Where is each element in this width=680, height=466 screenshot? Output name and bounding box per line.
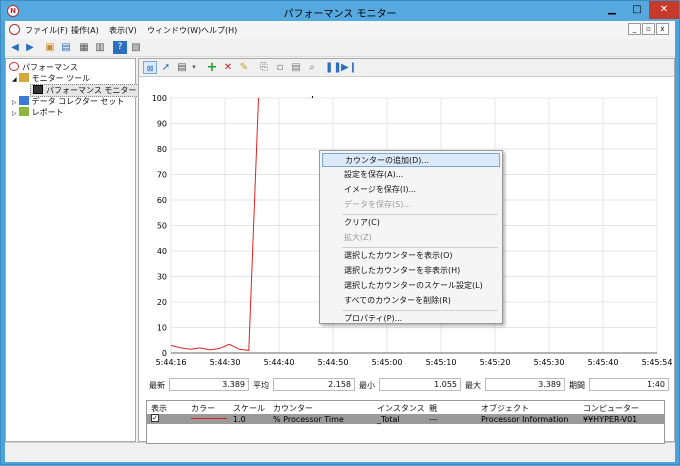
minimum-label: 最小 [359,381,375,390]
counter-legend-table: 表示 カラー スケール カウンター インスタンス 親 オブジェクト コンピュータ… [146,400,665,444]
table-row[interactable]: ✓ 1.0 % Processor Time _Total --- Proces… [147,414,664,424]
counter-cell: % Processor Time [273,415,344,424]
y-tick-label: 0 [162,349,167,358]
series-color-swatch [191,418,227,419]
y-tick-label: 30 [157,273,167,282]
context-menu-item[interactable]: 選択したカウンターのスケール設定(L) [322,279,500,293]
context-menu-item[interactable]: クリア(C) [322,216,500,230]
scale-cell: 1.0 [233,415,246,424]
context-menu: カウンターの追加(D)... 設定を保存(A)... イメージを保存(I)... デー… [319,150,503,324]
y-tick-label: 90 [157,120,167,129]
y-tick-label: 100 [152,94,167,103]
context-menu-separator [342,214,498,215]
object-cell: Processor Information [481,415,569,424]
column-header-show[interactable]: 表示 [151,403,167,414]
context-menu-item[interactable]: 設定を保存(A)... [322,168,500,182]
context-menu-item[interactable]: プロパティ(P)... [322,312,500,326]
x-tick-label: 5:44:30 [210,358,241,367]
context-menu-item[interactable]: すべてのカウンターを削除(R) [322,294,500,308]
column-header-parent[interactable]: 親 [429,403,437,414]
average-label: 平均 [253,381,269,390]
maximum-value: 3.389 [485,378,565,391]
x-tick-label: 5:44:16 [156,358,187,367]
x-tick-label: 5:45:20 [480,358,511,367]
column-header-scale[interactable]: スケール [233,403,265,414]
average-value: 2.158 [273,378,355,391]
computer-cell: ¥¥HYPER-V01 [583,415,638,424]
context-menu-item[interactable]: 選択したカウンターを表示(O) [322,249,500,263]
minimum-value: 1.055 [379,378,461,391]
context-menu-item[interactable]: 選択したカウンターを非表示(H) [322,264,500,278]
instance-cell: _Total [377,415,400,424]
x-tick-label: 5:44:40 [264,358,295,367]
y-tick-label: 80 [157,145,167,154]
context-menu-item[interactable]: カウンターの追加(D)... [322,153,500,167]
y-tick-label: 60 [157,196,167,205]
y-tick-label: 40 [157,247,167,256]
duration-value: 1:40 [589,378,669,391]
last-value: 3.389 [169,378,249,391]
time-cursor [311,96,313,98]
app-window: N パフォーマンス モニター ▁ □ ✕ ファイル(F) 操作(A) 表示(V)… [0,0,680,465]
x-tick-label: 5:44:50 [318,358,349,367]
context-menu-item: 拡大(Z) [344,233,372,242]
column-header-object[interactable]: オブジェクト [481,403,529,414]
column-header-computer[interactable]: コンピューター [583,403,639,414]
context-menu-item[interactable]: イメージを保存(I)... [322,183,500,197]
show-checkbox[interactable]: ✓ [151,414,159,422]
duration-label: 期間 [569,381,585,390]
x-tick-label: 5:45:54 [642,358,673,367]
x-tick-label: 5:45:00 [372,358,403,367]
context-menu-separator [342,247,498,248]
column-header-instance[interactable]: インスタンス [377,403,425,414]
parent-cell: --- [429,415,438,424]
y-tick-label: 70 [157,171,167,180]
y-tick-label: 20 [157,298,167,307]
last-label: 最新 [149,381,165,390]
x-tick-label: 5:45:10 [426,358,457,367]
y-tick-label: 10 [157,324,167,333]
column-header-color[interactable]: カラー [191,403,215,414]
context-menu-separator [342,310,498,311]
column-header-counter[interactable]: カウンター [273,403,313,414]
y-tick-label: 50 [157,222,167,231]
x-tick-label: 5:45:40 [588,358,619,367]
statistics-bar: 最新 3.389 平均 2.158 最小 1.055 最大 3.389 期間 1… [141,378,669,392]
x-tick-label: 5:45:30 [534,358,565,367]
context-menu-item: データを保存(S)... [344,200,411,209]
maximum-label: 最大 [465,381,481,390]
